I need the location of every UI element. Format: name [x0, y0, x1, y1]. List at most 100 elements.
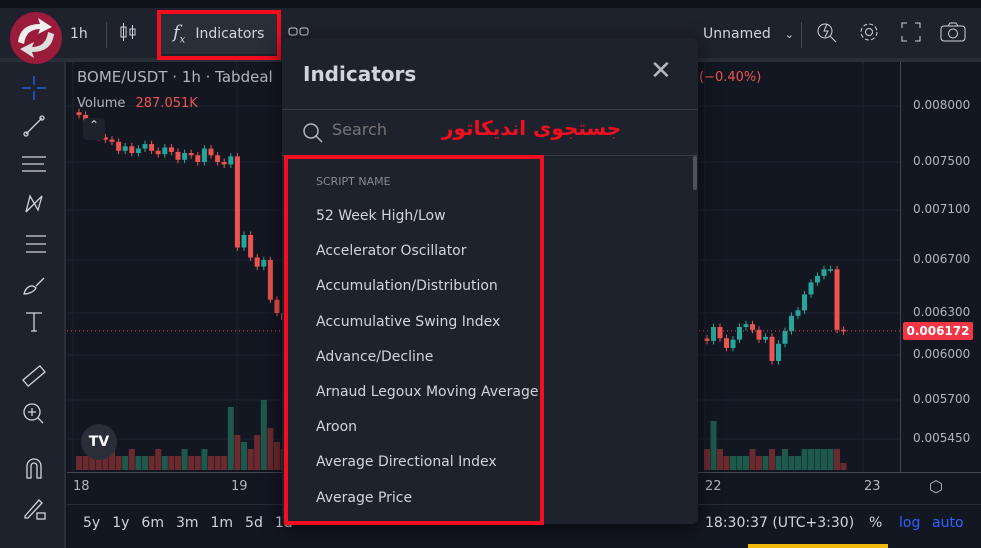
magnet-tool[interactable]	[20, 454, 48, 482]
candle	[182, 153, 188, 160]
yellow-indicator	[748, 544, 888, 548]
candle	[815, 275, 820, 283]
scrollbar[interactable]	[693, 156, 697, 190]
range-button[interactable]: 1m	[211, 515, 234, 531]
ruler-tool[interactable]	[20, 362, 48, 390]
volume-bar	[821, 449, 827, 470]
close-button[interactable]: ✕	[650, 58, 672, 84]
indicators-dialog: Indicators ✕ جستجوی اندیکاتور SCRIPT NAM…	[282, 38, 698, 525]
fullscreen-icon	[900, 21, 922, 47]
volume-bar	[142, 456, 148, 470]
candle	[162, 147, 168, 155]
axis-settings-icon[interactable]: ⬡	[929, 477, 943, 496]
candle	[274, 299, 280, 313]
magnet-icon	[26, 458, 42, 479]
volume-bar	[76, 456, 82, 470]
highlight-indicators	[157, 10, 281, 60]
crosshair-icon	[22, 76, 46, 100]
lock-drawings-tool[interactable]	[20, 494, 48, 522]
range-button[interactable]: 3m	[176, 515, 199, 531]
volume-bar	[168, 456, 175, 470]
volume-bar	[704, 449, 710, 470]
candle	[267, 260, 273, 300]
search-field[interactable]: جستجوی اندیکاتور	[282, 110, 698, 156]
tradingview-logo[interactable]: TV	[81, 424, 117, 460]
volume-bar	[254, 435, 261, 470]
layout-name: Unnamed	[703, 26, 771, 42]
log-toggle[interactable]: log	[899, 515, 920, 531]
volume-bar	[827, 449, 834, 470]
camera-icon	[940, 21, 966, 47]
volume-bar	[756, 456, 762, 470]
volume-bar	[834, 449, 840, 470]
quick-search-button[interactable]	[815, 14, 839, 54]
price-tick: 0.005450	[913, 431, 971, 445]
volume-bar	[260, 400, 267, 470]
logo	[10, 12, 62, 64]
candle	[769, 336, 775, 361]
candle	[135, 148, 141, 154]
candles-icon	[118, 21, 138, 47]
candle	[802, 294, 807, 311]
volume-bar	[135, 456, 142, 470]
chart-type-button[interactable]	[118, 14, 138, 54]
time-tick: 23	[864, 479, 881, 494]
highlight-list	[284, 155, 544, 525]
crosshair-tool[interactable]	[20, 74, 48, 102]
candle	[188, 153, 194, 156]
volume-bar	[762, 456, 769, 470]
settings-button[interactable]	[857, 14, 881, 54]
annotation-text: جستجوی اندیکاتور	[442, 116, 622, 140]
range-button[interactable]: 5y	[83, 515, 100, 531]
chevron-down-icon: ⌄	[784, 27, 794, 41]
volume-bar	[795, 456, 801, 470]
collapse-legend-button[interactable]: ⌃	[83, 118, 105, 140]
ruler-icon	[22, 364, 46, 388]
candle	[76, 112, 82, 115]
volume-bar	[717, 449, 723, 470]
range-button[interactable]: 5d	[245, 515, 263, 531]
time-tick: 22	[705, 479, 722, 494]
layout-name-button[interactable]: Unnamed ⌄	[703, 14, 794, 54]
range-button[interactable]: 6m	[141, 515, 164, 531]
candle	[241, 235, 247, 248]
candle	[828, 269, 833, 271]
volume-bar	[82, 456, 89, 470]
candle	[717, 327, 723, 339]
auto-toggle[interactable]: auto	[932, 515, 964, 531]
fib-icon	[26, 235, 46, 253]
horizontal-lines-tool[interactable]	[20, 150, 48, 178]
divider	[801, 22, 802, 48]
trend-line-tool[interactable]	[20, 112, 48, 140]
candle	[228, 156, 234, 165]
brush-tool[interactable]	[20, 270, 48, 298]
candle	[201, 148, 207, 162]
zoom-in-tool[interactable]	[20, 400, 48, 428]
volume-bar	[115, 456, 122, 470]
text-tool[interactable]	[20, 308, 48, 336]
volume-value: 287.051K	[135, 96, 198, 111]
candle	[743, 324, 749, 327]
candle	[116, 141, 122, 151]
pattern-tool[interactable]	[20, 190, 48, 218]
fib-tool[interactable]	[20, 230, 48, 258]
price-axis[interactable]: 0.008000 0.007500 0.007100 0.006700 0.006300…	[900, 62, 981, 472]
search-input[interactable]	[332, 120, 432, 139]
interval-button[interactable]: 1h	[70, 14, 88, 54]
candle	[724, 338, 729, 348]
lock-drawings-icon	[24, 499, 46, 520]
fullscreen-button[interactable]	[900, 14, 922, 54]
volume-bar	[148, 456, 155, 470]
screenshot-button[interactable]	[940, 14, 966, 54]
horizontal-lines-icon	[22, 156, 46, 172]
candle	[142, 144, 148, 149]
volume-bar	[188, 456, 195, 470]
interval-label: 1h	[70, 26, 88, 42]
range-button[interactable]: 1y	[112, 515, 129, 531]
candle	[834, 269, 840, 330]
candle	[122, 146, 128, 151]
volume-bar	[267, 428, 274, 470]
candle	[737, 327, 742, 340]
percent-toggle[interactable]: %	[869, 515, 882, 531]
volume-bar	[775, 456, 782, 470]
